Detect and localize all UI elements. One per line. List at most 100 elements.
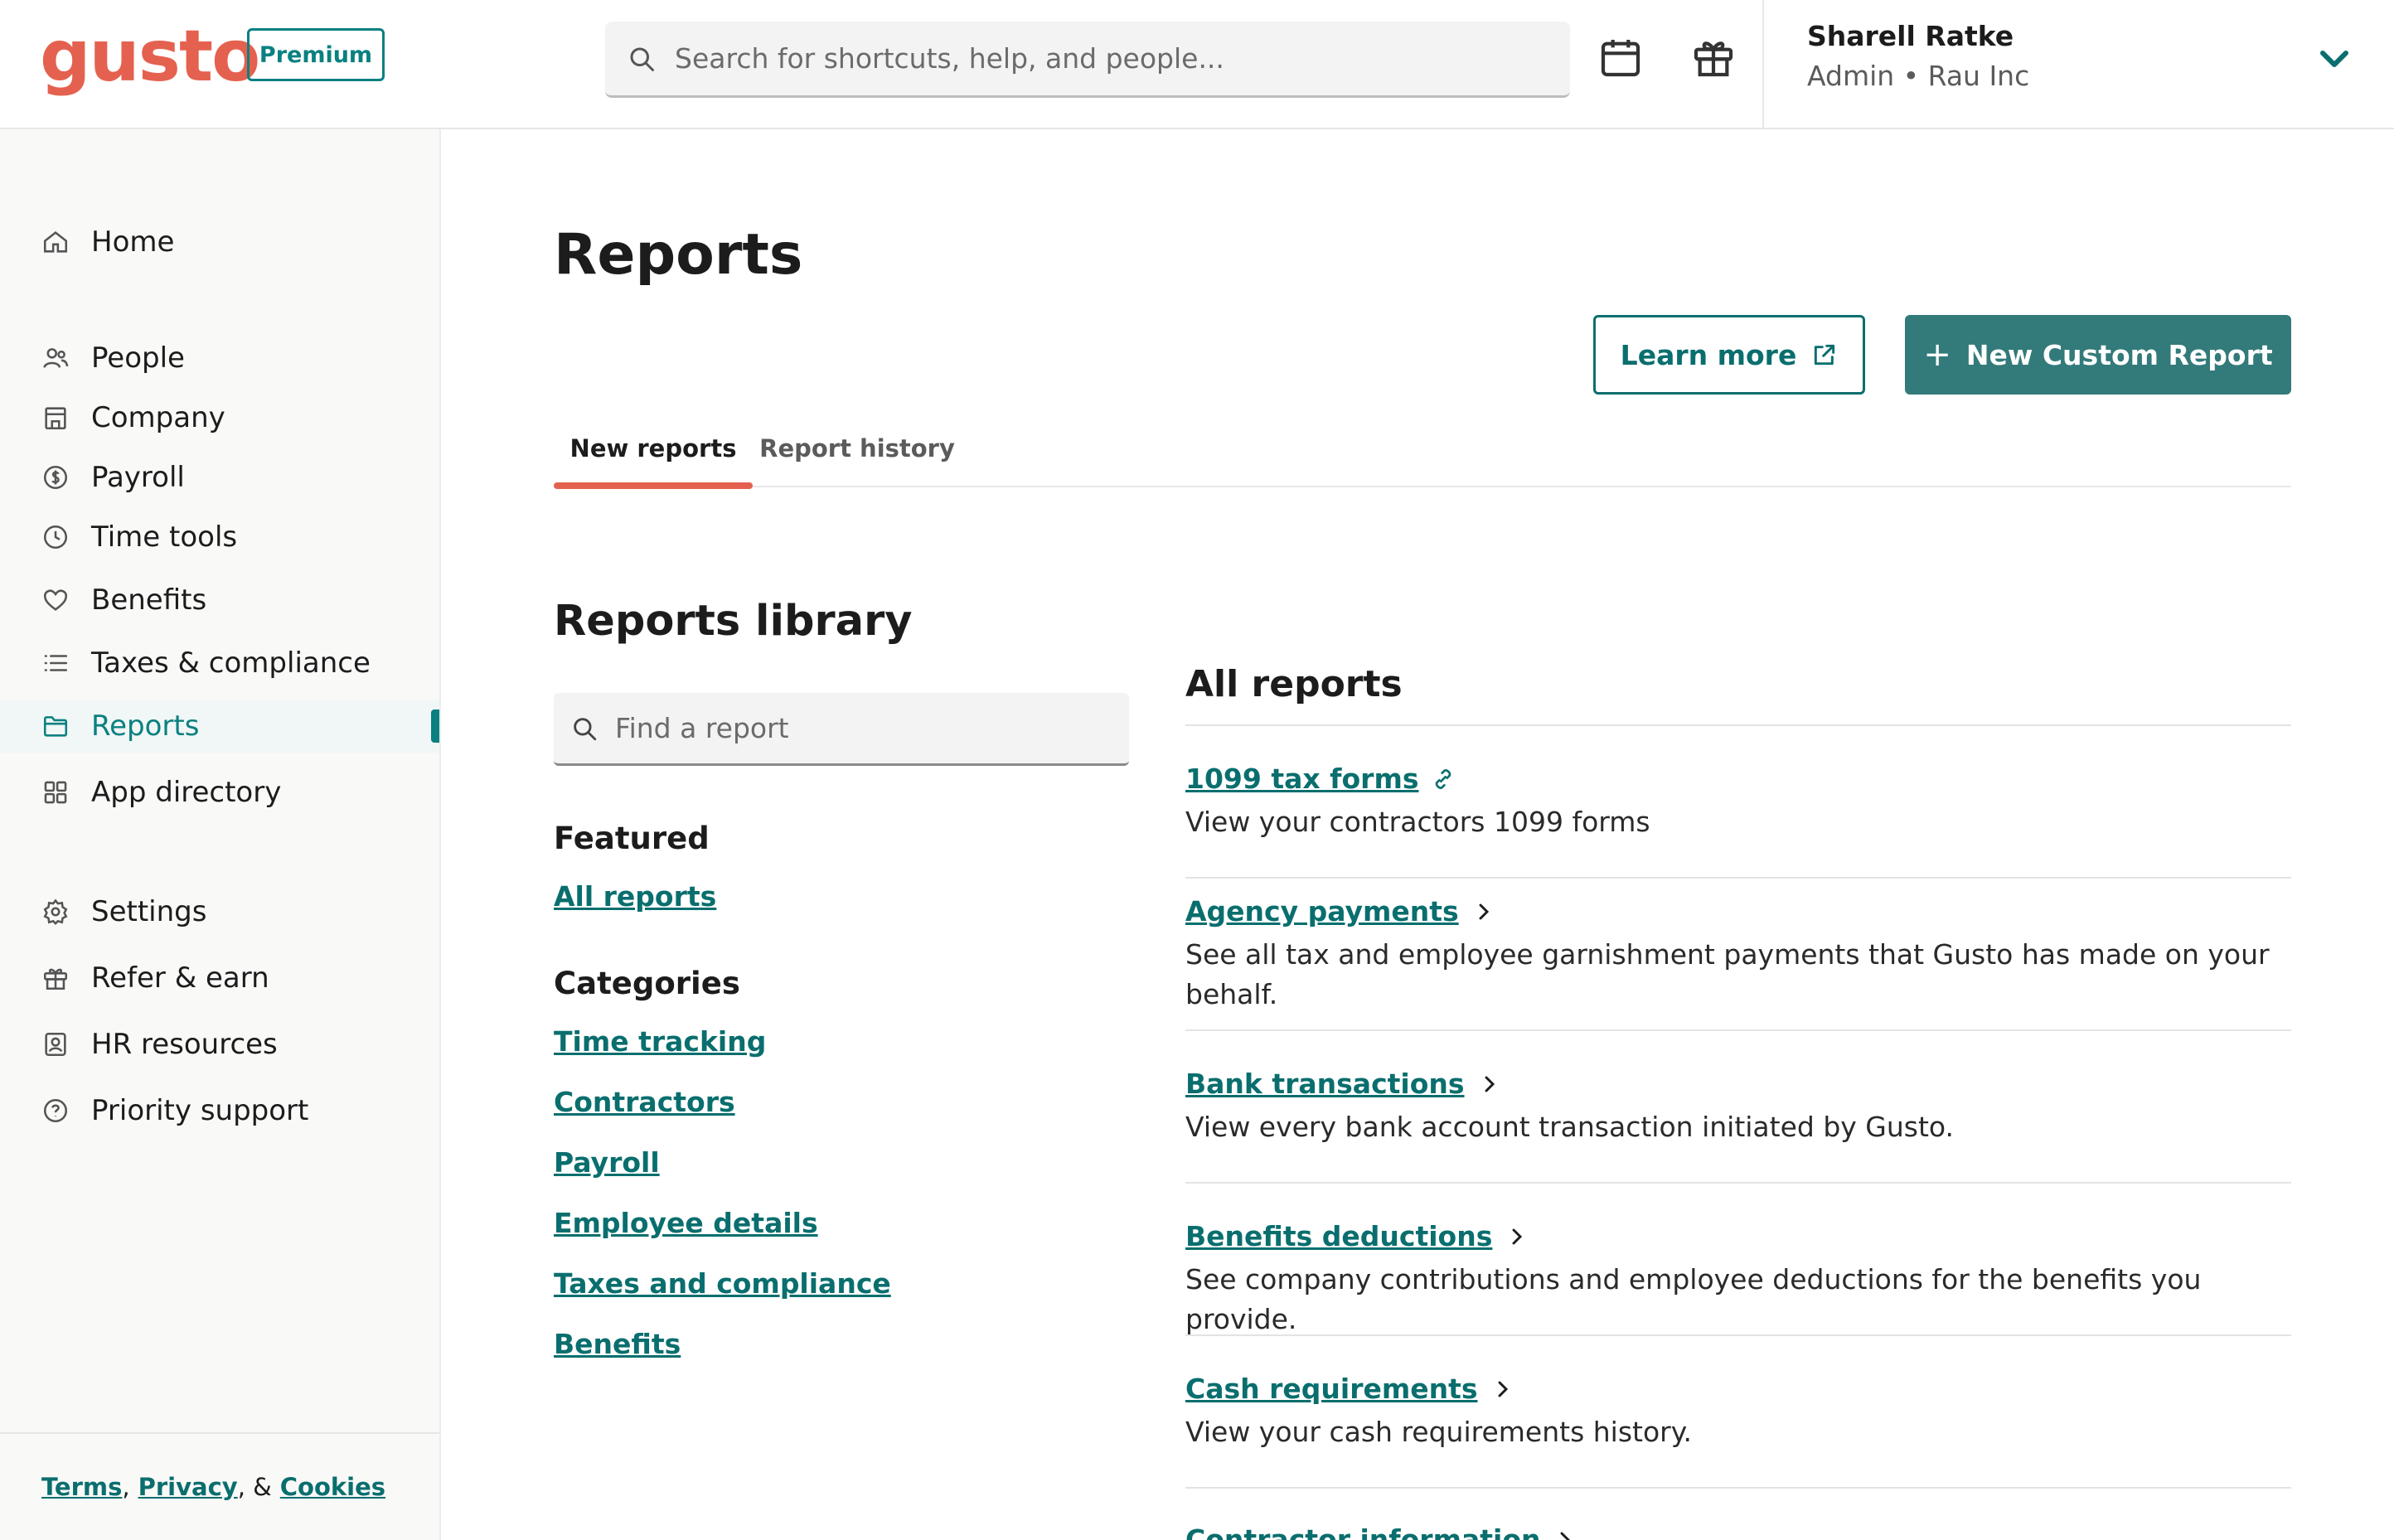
top-bar: gusto Premium Search for shortcuts, help… <box>0 0 2394 129</box>
sidebar-item-label: Payroll <box>91 461 185 494</box>
sidebar-item-label: Time tools <box>91 521 238 554</box>
sidebar-item-people[interactable]: People <box>0 332 439 385</box>
sidebar-item-label: Home <box>91 225 175 259</box>
divider <box>1185 1182 2291 1184</box>
chevron-right-icon <box>1485 1076 1495 1092</box>
plus-icon: + <box>1923 336 1951 374</box>
dollar-icon <box>43 465 68 490</box>
sidebar-item-app-directory[interactable]: App directory <box>0 766 439 819</box>
new-custom-report-button[interactable]: + New Custom Report <box>1905 315 2291 395</box>
featured-all-reports-link[interactable]: All reports <box>554 880 716 913</box>
category-link-benefits[interactable]: Benefits <box>554 1328 681 1360</box>
footer-separator: , <box>122 1473 130 1501</box>
sidebar-item-taxes-compliance[interactable]: Taxes & compliance <box>0 637 439 690</box>
clock-icon <box>43 525 68 550</box>
search-icon <box>630 47 654 71</box>
category-link-contractors[interactable]: Contractors <box>554 1086 735 1118</box>
gift-icon[interactable] <box>1686 30 1741 85</box>
home-icon <box>43 231 68 253</box>
report-link-benefits-deductions[interactable]: Benefits deductions <box>1185 1220 1530 1252</box>
category-link-employee-details[interactable]: Employee details <box>554 1207 818 1239</box>
report-tabs: New reports Report history <box>554 414 2291 489</box>
sidebar-item-home[interactable]: Home <box>0 216 439 269</box>
category-link-payroll[interactable]: Payroll <box>554 1146 660 1179</box>
chevron-right-icon <box>1498 1381 1508 1397</box>
help-icon <box>43 1098 68 1123</box>
gift-icon <box>43 968 68 990</box>
learn-more-label: Learn more <box>1620 338 1797 371</box>
sidebar-item-time-tools[interactable]: Time tools <box>0 511 439 564</box>
cookies-link[interactable]: Cookies <box>280 1473 385 1501</box>
report-name: Benefits deductions <box>1185 1220 1493 1252</box>
user-name: Sharell Ratke <box>1807 20 2014 52</box>
learn-more-button[interactable]: Learn more <box>1593 315 1865 395</box>
divider <box>1185 877 2291 879</box>
tab-label: New reports <box>569 434 737 462</box>
report-link-bank-transactions[interactable]: Bank transactions <box>1185 1068 1503 1100</box>
report-link-cash-requirements[interactable]: Cash requirements <box>1185 1373 1516 1405</box>
tab-report-history[interactable]: Report history <box>758 423 957 487</box>
sidebar-item-settings[interactable]: Settings <box>0 885 439 938</box>
reports-library-heading: Reports library <box>554 597 913 646</box>
premium-badge[interactable]: Premium <box>247 28 385 81</box>
divider <box>1185 724 2291 726</box>
search-placeholder: Search for shortcuts, help, and people..… <box>675 42 1224 75</box>
sidebar-item-label: Reports <box>91 709 200 743</box>
sidebar-item-priority-support[interactable]: Priority support <box>0 1084 439 1137</box>
sidebar-item-label: Refer & earn <box>91 961 269 995</box>
sidebar-item-label: People <box>91 341 185 375</box>
chevron-right-icon <box>1561 1532 1571 1540</box>
calendar-icon[interactable] <box>1593 30 1648 85</box>
link-icon <box>1436 768 1451 789</box>
sidebar-item-benefits[interactable]: Benefits <box>0 574 439 627</box>
report-link-1099-tax-forms[interactable]: 1099 tax forms <box>1185 763 1456 795</box>
report-link-agency-payments[interactable]: Agency payments <box>1185 895 1497 927</box>
legal-footer: Terms , Privacy , & Cookies <box>0 1432 439 1540</box>
heart-icon <box>43 589 68 611</box>
people-icon <box>43 348 69 368</box>
report-description: See company contributions and employee d… <box>1185 1263 2202 1335</box>
find-report-input[interactable]: Find a report <box>554 693 1129 766</box>
tab-label: Report history <box>759 434 955 462</box>
sidebar-item-reports[interactable]: Reports <box>0 700 439 753</box>
user-menu[interactable]: Sharell Ratke Admin • Rau Inc <box>1762 0 2394 128</box>
report-name: 1099 tax forms <box>1185 763 1419 795</box>
divider <box>1185 1487 2291 1489</box>
category-link-time-tracking[interactable]: Time tracking <box>554 1025 766 1058</box>
chevron-right-icon <box>1479 903 1489 919</box>
person-card-icon <box>45 1032 66 1057</box>
category-link-taxes-compliance[interactable]: Taxes and compliance <box>554 1267 891 1300</box>
report-link-contractor-information[interactable]: Contractor information <box>1185 1523 1578 1540</box>
categories-heading: Categories <box>554 966 740 1001</box>
sidebar-item-label: Taxes & compliance <box>91 647 371 680</box>
folder-icon <box>43 716 68 737</box>
terms-link[interactable]: Terms <box>41 1473 122 1501</box>
divider <box>1185 1029 2291 1031</box>
sidebar: Home People Company Payroll Time tools B… <box>0 129 441 1540</box>
sidebar-item-label: Settings <box>91 895 207 928</box>
external-link-icon <box>1815 344 1835 366</box>
all-reports-heading: All reports <box>1185 663 1403 705</box>
global-search-input[interactable]: Search for shortcuts, help, and people..… <box>605 22 1570 98</box>
divider <box>1185 1334 2291 1336</box>
gusto-logo[interactable]: gusto <box>40 15 260 98</box>
tab-new-reports[interactable]: New reports <box>554 423 753 489</box>
sidebar-item-payroll[interactable]: Payroll <box>0 451 439 504</box>
sidebar-item-label: Benefits <box>91 584 207 617</box>
sidebar-item-label: Priority support <box>91 1094 309 1127</box>
active-tab-underline <box>554 482 753 489</box>
apps-icon <box>44 781 67 804</box>
sidebar-item-company[interactable]: Company <box>0 391 439 444</box>
footer-separator: , & <box>237 1473 272 1501</box>
search-icon <box>574 717 597 740</box>
sidebar-item-hr-resources[interactable]: HR resources <box>0 1018 439 1071</box>
report-description: See all tax and employee garnishment pay… <box>1185 938 2270 1010</box>
sidebar-item-refer-earn[interactable]: Refer & earn <box>0 952 439 1005</box>
chevron-down-icon[interactable] <box>2314 38 2354 78</box>
active-indicator <box>431 709 439 743</box>
report-name: Cash requirements <box>1185 1373 1478 1405</box>
sidebar-item-label: App directory <box>91 776 282 809</box>
privacy-link[interactable]: Privacy <box>138 1473 238 1501</box>
featured-heading: Featured <box>554 821 710 856</box>
sidebar-item-label: Company <box>91 401 225 434</box>
